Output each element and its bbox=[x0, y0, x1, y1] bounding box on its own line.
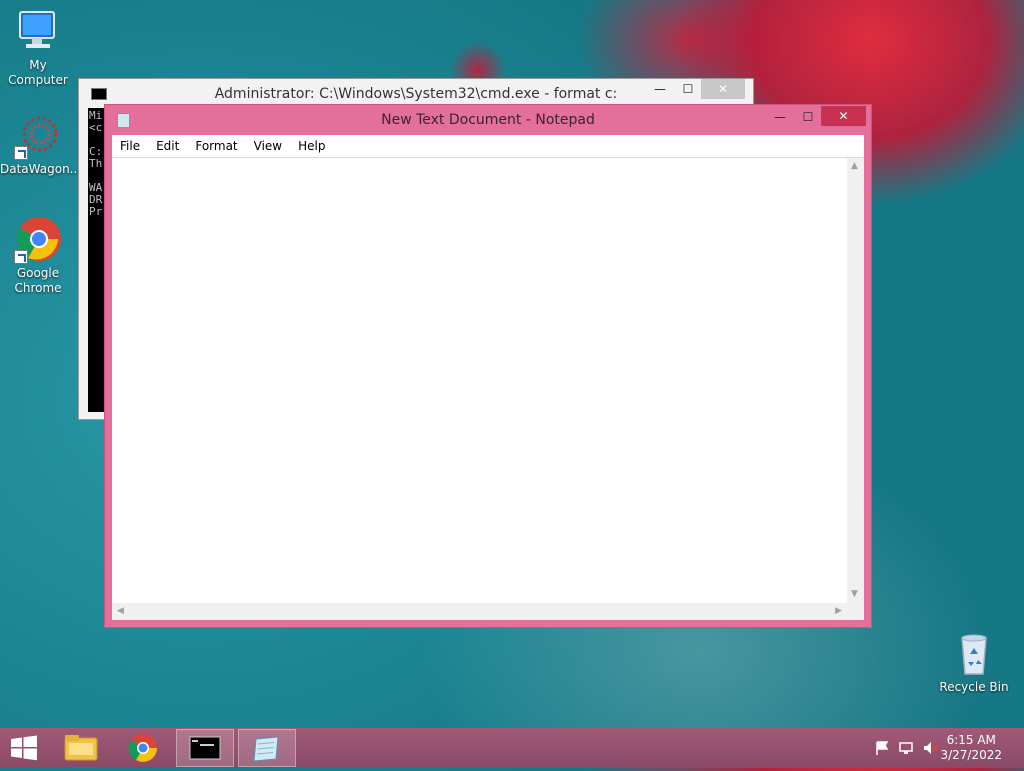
menu-edit[interactable]: Edit bbox=[148, 135, 187, 157]
scroll-down-arrow-icon[interactable]: ▼ bbox=[851, 590, 858, 599]
desktop-icon-google-chrome[interactable]: Google Chrome bbox=[0, 216, 76, 296]
scroll-up-arrow-icon[interactable]: ▲ bbox=[851, 162, 858, 171]
clock-date: 3/27/2022 bbox=[940, 748, 1002, 762]
taskbar: 6:15 AM 3/27/2022 bbox=[0, 728, 1024, 768]
clock-time: 6:15 AM bbox=[946, 733, 996, 747]
cmd-icon bbox=[189, 736, 221, 760]
scroll-right-arrow-icon[interactable]: ▶ bbox=[835, 607, 842, 616]
notepad-window[interactable]: New Text Document - Notepad — ☐ ✕ File E… bbox=[104, 104, 872, 628]
notepad-minimize-button[interactable]: — bbox=[767, 107, 793, 127]
menu-format[interactable]: Format bbox=[187, 135, 245, 157]
volume-muted-icon[interactable] bbox=[922, 740, 938, 756]
menu-file[interactable]: File bbox=[112, 135, 148, 157]
desktop-icon-datawagon[interactable]: DataWagon... bbox=[0, 112, 82, 177]
taskbar-clock[interactable]: 6:15 AM 3/27/2022 bbox=[940, 733, 1002, 763]
notepad-horizontal-scrollbar[interactable]: ◀ ▶ bbox=[112, 603, 847, 620]
start-button[interactable] bbox=[0, 729, 48, 767]
chrome-icon bbox=[14, 216, 62, 264]
desktop-icon-recycle-bin[interactable]: Recycle Bin bbox=[936, 630, 1012, 695]
taskbar-cmd[interactable] bbox=[176, 729, 234, 767]
notepad-edit-area: ▲ ▼ ◀ ▶ bbox=[112, 158, 864, 620]
scroll-left-arrow-icon[interactable]: ◀ bbox=[117, 607, 124, 616]
notepad-window-title: New Text Document - Notepad bbox=[381, 112, 595, 128]
shortcut-arrow-icon bbox=[14, 146, 28, 160]
chrome-icon bbox=[128, 734, 157, 762]
notepad-maximize-button[interactable]: ☐ bbox=[795, 107, 821, 127]
desktop-icon-label: Google Chrome bbox=[14, 266, 62, 295]
network-icon[interactable] bbox=[898, 740, 914, 756]
menu-help[interactable]: Help bbox=[290, 135, 333, 157]
cmd-maximize-button[interactable]: ☐ bbox=[675, 79, 701, 99]
shortcut-arrow-icon bbox=[14, 250, 28, 264]
desktop-icon-label: DataWagon... bbox=[0, 162, 82, 176]
desktop-icon-label: My Computer bbox=[8, 58, 68, 87]
action-center-flag-icon[interactable] bbox=[874, 740, 890, 756]
menu-view[interactable]: View bbox=[246, 135, 290, 157]
notepad-text-input[interactable] bbox=[112, 158, 847, 603]
scrollbar-corner bbox=[847, 603, 864, 620]
datawagon-icon bbox=[14, 112, 62, 160]
notepad-vertical-scrollbar[interactable]: ▲ ▼ bbox=[847, 158, 864, 603]
cmd-titlebar[interactable]: Administrator: C:\Windows\System32\cmd.e… bbox=[79, 79, 753, 105]
recycle-bin-icon bbox=[950, 630, 998, 678]
taskbar-file-explorer[interactable] bbox=[52, 729, 110, 767]
notepad-menubar: File Edit Format View Help bbox=[112, 135, 864, 158]
cmd-close-button[interactable]: ✕ bbox=[701, 79, 745, 99]
notepad-close-button[interactable]: ✕ bbox=[821, 106, 866, 126]
cmd-minimize-button[interactable]: — bbox=[647, 79, 673, 99]
folder-icon bbox=[64, 735, 98, 761]
notepad-icon bbox=[253, 736, 279, 762]
computer-icon bbox=[14, 8, 62, 56]
desktop-icon-label: Recycle Bin bbox=[939, 680, 1009, 694]
windows-logo-icon bbox=[11, 735, 37, 761]
taskbar-notepad[interactable] bbox=[238, 729, 296, 767]
taskbar-chrome[interactable] bbox=[114, 729, 172, 767]
desktop-icon-my-computer[interactable]: My Computer bbox=[0, 8, 76, 88]
notepad-titlebar[interactable]: New Text Document - Notepad — ☐ ✕ bbox=[105, 105, 871, 135]
